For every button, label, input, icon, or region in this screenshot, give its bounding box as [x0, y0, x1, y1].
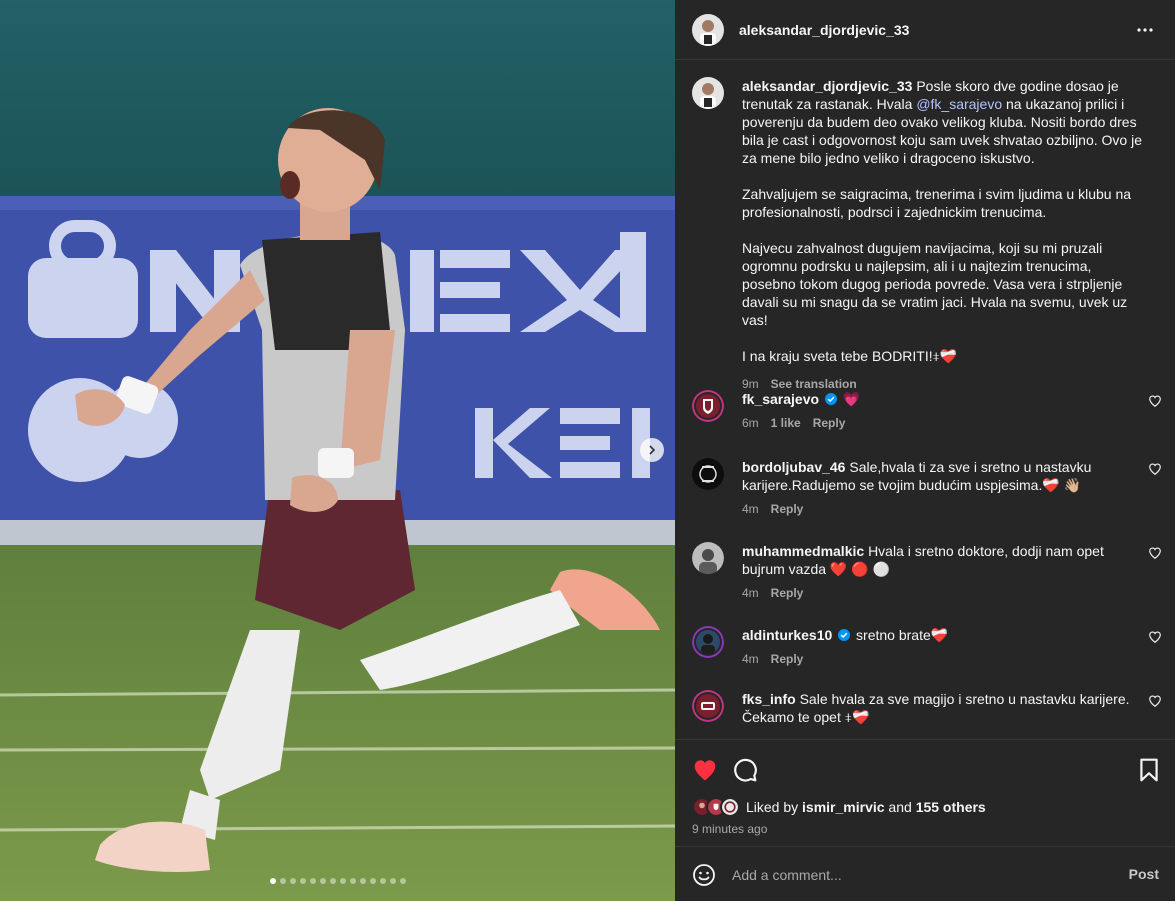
- caption-author-avatar[interactable]: [692, 77, 724, 109]
- commenter-username[interactable]: fks_info: [742, 691, 796, 707]
- comment-timestamp: 4m: [742, 502, 759, 516]
- comment-item: fk_sarajevo 💗 6m 1 like Reply: [692, 390, 1162, 432]
- like-comment-heart-icon[interactable]: [1148, 630, 1162, 644]
- commenter-avatar[interactable]: [692, 542, 724, 574]
- carousel-dot: [299, 878, 306, 884]
- comment-text: Sale hvala za sve magijo i sretno u nast…: [742, 691, 1130, 725]
- likes-prefix: Liked by: [746, 799, 803, 815]
- comment-item: fks_info Sale hvala za sve magijo i sret…: [692, 690, 1162, 726]
- more-options-button[interactable]: [1135, 20, 1155, 40]
- commenter-avatar[interactable]: [692, 390, 724, 422]
- comment-timestamp: 4m: [742, 586, 759, 600]
- commenter-username[interactable]: bordoljubav_46: [742, 459, 845, 475]
- reply-button[interactable]: Reply: [813, 414, 846, 432]
- likes-text: Liked by ismir_mirvic and 155 others: [746, 799, 986, 815]
- next-media-button[interactable]: [640, 438, 664, 462]
- comment-item: aldinturkes10 sretno brate❤️‍🩹 4m Reply: [692, 626, 1162, 668]
- carousel-dot: [399, 878, 406, 884]
- chevron-right-icon: [649, 445, 656, 455]
- caption-username[interactable]: aleksandar_djordjevic_33: [742, 78, 912, 94]
- commenter-avatar[interactable]: [692, 690, 724, 722]
- commenter-username[interactable]: muhammedmalkic: [742, 543, 864, 559]
- carousel-dot: [309, 878, 316, 884]
- likes-others-link[interactable]: 155 others: [916, 799, 986, 815]
- comment-bubble-icon[interactable]: [732, 757, 758, 783]
- carousel-dot: [369, 878, 376, 884]
- comment-timestamp: 4m: [742, 652, 759, 666]
- carousel-dot: [279, 878, 286, 884]
- comment-item: muhammedmalkic Hvala i sretno doktore, d…: [692, 542, 1162, 602]
- post-side-panel: aleksandar_djordjevic_33 aleksandar_djor…: [675, 0, 1175, 901]
- carousel-dot: [379, 878, 386, 884]
- save-bookmark-icon[interactable]: [1136, 757, 1162, 783]
- commenter-avatar[interactable]: [692, 626, 724, 658]
- carousel-dot: [389, 878, 396, 884]
- commenter-username[interactable]: aldinturkes10: [742, 627, 832, 643]
- author-avatar[interactable]: [692, 13, 724, 46]
- carousel-dot: [269, 878, 276, 884]
- carousel-dot: [319, 878, 326, 884]
- carousel-dot: [289, 878, 296, 884]
- commenter-username[interactable]: fk_sarajevo: [742, 391, 819, 407]
- like-comment-heart-icon[interactable]: [1148, 394, 1162, 408]
- carousel-dot: [329, 878, 336, 884]
- verified-badge-icon: [838, 629, 851, 641]
- author-username[interactable]: aleksandar_djordjevic_33: [739, 22, 909, 38]
- comment-text: sretno brate❤️‍🩹: [856, 627, 949, 643]
- verified-badge-icon: [824, 393, 837, 405]
- post-actions: Liked by ismir_mirvic and 155 others 9 m…: [675, 739, 1175, 901]
- post-media[interactable]: [0, 0, 675, 901]
- reply-button[interactable]: Reply: [771, 650, 804, 668]
- carousel-dot: [349, 878, 356, 884]
- post-comment-button[interactable]: Post: [1129, 866, 1159, 882]
- caption-text: aleksandar_djordjevic_33 Posle skoro dve…: [742, 77, 1147, 365]
- likes-summary[interactable]: Liked by ismir_mirvic and 155 others: [692, 797, 986, 817]
- post-caption: aleksandar_djordjevic_33 Posle skoro dve…: [692, 77, 1162, 393]
- liker-avatar: [720, 797, 740, 817]
- post-photo: [0, 0, 675, 901]
- more-horizontal-icon: [1137, 28, 1153, 32]
- comment-item: bordoljubav_46 Sale,hvala ti za sve i sr…: [692, 458, 1162, 518]
- like-post-heart-icon[interactable]: [692, 757, 718, 783]
- likes-middle: and: [884, 799, 916, 815]
- post-header: aleksandar_djordjevic_33: [675, 0, 1175, 60]
- comments-list[interactable]: aleksandar_djordjevic_33 Posle skoro dve…: [675, 61, 1175, 739]
- liker-username[interactable]: ismir_mirvic: [802, 799, 885, 815]
- comment-input[interactable]: [732, 866, 1112, 883]
- like-comment-heart-icon[interactable]: [1148, 694, 1162, 708]
- like-comment-heart-icon[interactable]: [1148, 546, 1162, 560]
- add-comment-row: Post: [675, 846, 1175, 901]
- post-time-ago: 9 minutes ago: [692, 822, 768, 836]
- emoji-icon[interactable]: [692, 863, 716, 887]
- reply-button[interactable]: Reply: [771, 500, 804, 518]
- comment-text: 💗: [842, 391, 861, 407]
- comment-timestamp: 6m: [742, 416, 759, 430]
- commenter-avatar[interactable]: [692, 458, 724, 490]
- like-comment-heart-icon[interactable]: [1148, 462, 1162, 476]
- caption-part: na ukazanoj prilici i poverenju da budem…: [742, 96, 1142, 364]
- carousel-dot: [339, 878, 346, 884]
- carousel-dot: [359, 878, 366, 884]
- reply-button[interactable]: Reply: [771, 584, 804, 602]
- caption-mention-link[interactable]: @fk_sarajevo: [916, 96, 1002, 112]
- carousel-indicators: [0, 878, 675, 884]
- comment-likes-count[interactable]: 1 like: [771, 414, 801, 432]
